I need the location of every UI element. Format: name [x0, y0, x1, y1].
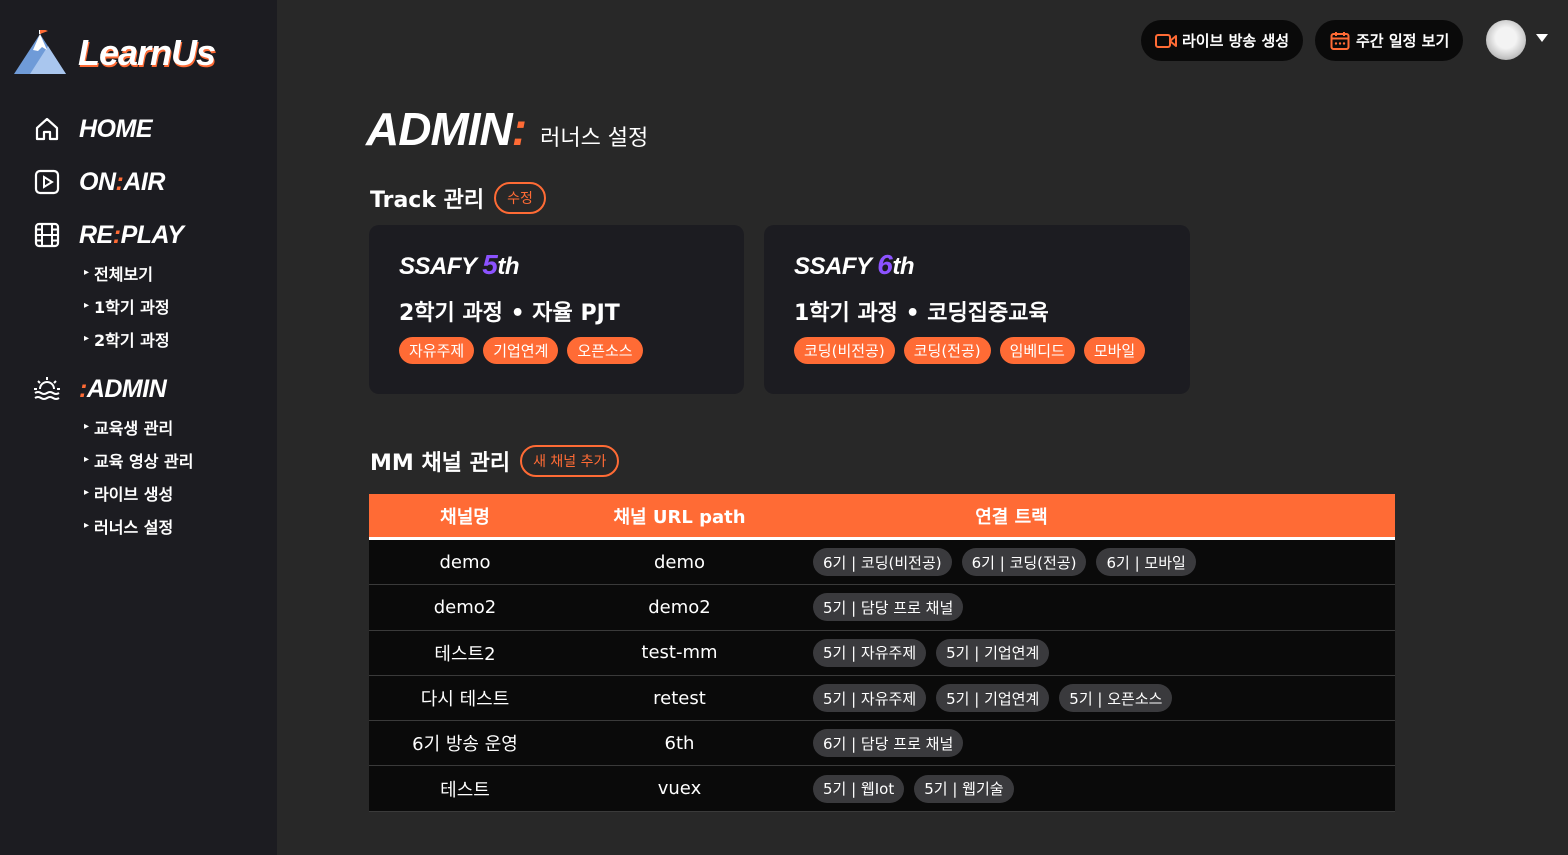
video-camera-icon — [1155, 30, 1177, 52]
home-icon — [32, 114, 62, 144]
linked-tracks: 5기 | 담당 프로 채널 — [798, 593, 1395, 622]
user-avatar[interactable] — [1486, 20, 1526, 60]
mm-channel-table: 채널명 채널 URL path 연결 트랙 demo demo 6기 | 코딩(… — [369, 494, 1395, 812]
track-tag[interactable]: 6기 | 모바일 — [1096, 548, 1196, 577]
calendar-icon — [1329, 30, 1351, 52]
track-tag[interactable]: 자유주제 — [399, 337, 475, 364]
sidebar-item-settings[interactable]: 러너스 설정 — [84, 509, 194, 542]
sidebar-item-replay-term1[interactable]: 1학기 과정 — [84, 289, 183, 322]
track-card-6th[interactable]: SSAFY 6th 1학기 과정 • 코딩집중교육 코딩(비전공) 코딩(전공)… — [764, 225, 1190, 394]
mm-section-title: MM 채널 관리 — [370, 451, 511, 476]
channel-path: 6th — [664, 732, 695, 754]
track-tag[interactable]: 5기 | 웹기술 — [914, 774, 1014, 803]
nav-admin-label: :ADMIN — [79, 374, 167, 403]
film-icon — [32, 220, 62, 250]
table-row[interactable]: demo2 demo2 5기 | 담당 프로 채널 — [369, 585, 1395, 631]
play-icon — [32, 167, 62, 197]
weekly-schedule-label: 주간 일정 보기 — [1356, 32, 1450, 50]
linked-tracks: 6기 | 코딩(비전공) 6기 | 코딩(전공) 6기 | 모바일 — [798, 548, 1395, 577]
channel-path: demo — [653, 551, 706, 573]
linked-tracks: 6기 | 담당 프로 채널 — [798, 729, 1395, 758]
track-tag[interactable]: 5기 | 자유주제 — [813, 684, 927, 713]
track-card-tags: 자유주제 기업연계 오픈소스 — [399, 337, 643, 364]
sidebar-item-live-create[interactable]: 라이브 생성 — [84, 476, 194, 509]
mountain-logo-icon — [14, 30, 66, 74]
logo[interactable]: LearnUs — [14, 30, 216, 76]
nav-admin: :ADMIN 교육생 관리 교육 영상 관리 라이브 생성 러너스 설정 — [32, 372, 194, 542]
channel-path: vuex — [657, 778, 702, 800]
linked-tracks: 5기 | 자유주제 5기 | 기업연계 5기 | 오픈소스 — [798, 684, 1395, 713]
channel-name: 다시 테스트 — [420, 689, 510, 711]
track-card-title: 1학기 과정 • 코딩집중교육 — [794, 301, 1049, 326]
nav-replay-label: RE:PLAY — [79, 220, 184, 249]
nav-onair[interactable]: ON:AIR — [32, 165, 165, 199]
track-tag[interactable]: 5기 | 담당 프로 채널 — [813, 593, 964, 622]
logo-text: LearnUs — [78, 32, 216, 73]
track-card-tags: 코딩(비전공) 코딩(전공) 임베디드 모바일 — [794, 337, 1146, 364]
column-header-name: 채널명 — [440, 506, 490, 528]
channel-path: test-mm — [641, 642, 718, 664]
track-card-5th[interactable]: SSAFY 5th 2학기 과정 • 자율 PJT 자유주제 기업연계 오픈소스 — [369, 225, 744, 394]
page-title: ADMIN: 러너스 설정 — [366, 104, 648, 154]
track-tag[interactable]: 6기 | 코딩(전공) — [961, 548, 1087, 577]
track-card-brand: SSAFY 6th — [794, 249, 914, 280]
chevron-down-icon[interactable] — [1536, 34, 1548, 42]
add-channel-button[interactable]: 새 채널 추가 — [520, 445, 620, 477]
column-header-path: 채널 URL path — [613, 506, 746, 528]
linked-tracks: 5기 | 웹Iot 5기 | 웹기술 — [798, 774, 1395, 803]
track-edit-button[interactable]: 수정 — [494, 182, 546, 214]
table-row[interactable]: 다시 테스트 retest 5기 | 자유주제 5기 | 기업연계 5기 | 오… — [369, 675, 1395, 722]
linked-tracks: 5기 | 자유주제 5기 | 기업연계 — [798, 638, 1395, 667]
track-section-header: Track 관리 수정 — [370, 182, 546, 214]
channel-name: demo2 — [433, 596, 497, 618]
track-card-title: 2학기 과정 • 자율 PJT — [399, 301, 620, 326]
nav-admin-header[interactable]: :ADMIN — [32, 372, 194, 406]
table-row[interactable]: 6기 방송 운영 6th 6기 | 담당 프로 채널 — [369, 721, 1395, 767]
track-tag[interactable]: 5기 | 웹Iot — [813, 774, 905, 803]
table-row[interactable]: 테스트2 test-mm 5기 | 자유주제 5기 | 기업연계 — [369, 630, 1395, 676]
nav-home-label: HOME — [79, 114, 153, 143]
sidebar-item-videos[interactable]: 교육 영상 관리 — [84, 443, 193, 476]
table-row[interactable]: 테스트 vuex 5기 | 웹Iot 5기 | 웹기술 — [369, 766, 1395, 812]
create-live-button[interactable]: 라이브 방송 생성 — [1141, 20, 1304, 61]
sunset-waves-icon — [32, 374, 62, 404]
track-tag[interactable]: 코딩(전공) — [903, 337, 991, 364]
nav-home[interactable]: HOME — [32, 112, 153, 146]
track-section-title: Track 관리 — [370, 188, 485, 213]
nav-replay-header[interactable]: RE:PLAY — [32, 218, 184, 252]
channel-path: retest — [653, 687, 706, 709]
nav-onair-label: ON:AIR — [79, 167, 165, 196]
page-title-word: ADMIN: — [366, 103, 527, 155]
sidebar-item-replay-all[interactable]: 전체보기 — [84, 256, 183, 289]
track-tag[interactable]: 5기 | 기업연계 — [936, 684, 1050, 713]
track-tag[interactable]: 5기 | 기업연계 — [936, 638, 1050, 667]
track-card-brand: SSAFY 5th — [399, 249, 519, 280]
column-header-tracks: 연결 트랙 — [975, 506, 1048, 528]
track-tag[interactable]: 5기 | 오픈소스 — [1059, 684, 1173, 713]
table-row[interactable]: demo demo 6기 | 코딩(비전공) 6기 | 코딩(전공) 6기 | … — [369, 540, 1395, 586]
channel-name: 테스트 — [440, 779, 490, 801]
channel-name: demo — [439, 551, 491, 573]
page-subtitle: 러너스 설정 — [540, 126, 649, 151]
sidebar-item-replay-term2[interactable]: 2학기 과정 — [84, 322, 183, 355]
sidebar: LearnUs HOME ON:AIR RE:PLAY 전체보기 1학기 과정 — [0, 0, 277, 855]
sidebar-item-students[interactable]: 교육생 관리 — [84, 410, 194, 443]
table-header: 채널명 채널 URL path 연결 트랙 — [369, 494, 1395, 540]
track-tag[interactable]: 6기 | 코딩(비전공) — [813, 548, 952, 577]
track-tag[interactable]: 6기 | 담당 프로 채널 — [813, 729, 964, 758]
weekly-schedule-button[interactable]: 주간 일정 보기 — [1315, 20, 1464, 61]
mm-section-header: MM 채널 관리 새 채널 추가 — [370, 445, 620, 477]
track-tag[interactable]: 모바일 — [1083, 337, 1146, 364]
track-tag[interactable]: 코딩(비전공) — [794, 337, 895, 364]
track-tag[interactable]: 오픈소스 — [567, 337, 643, 364]
create-live-label: 라이브 방송 생성 — [1182, 32, 1290, 50]
track-tag[interactable]: 임베디드 — [999, 337, 1075, 364]
track-tag[interactable]: 기업연계 — [483, 337, 559, 364]
channel-name: 6기 방송 운영 — [412, 734, 518, 756]
track-tag[interactable]: 5기 | 자유주제 — [813, 638, 927, 667]
nav-replay: RE:PLAY 전체보기 1학기 과정 2학기 과정 — [32, 218, 184, 355]
channel-path: demo2 — [648, 596, 711, 618]
channel-name: 테스트2 — [434, 643, 496, 665]
